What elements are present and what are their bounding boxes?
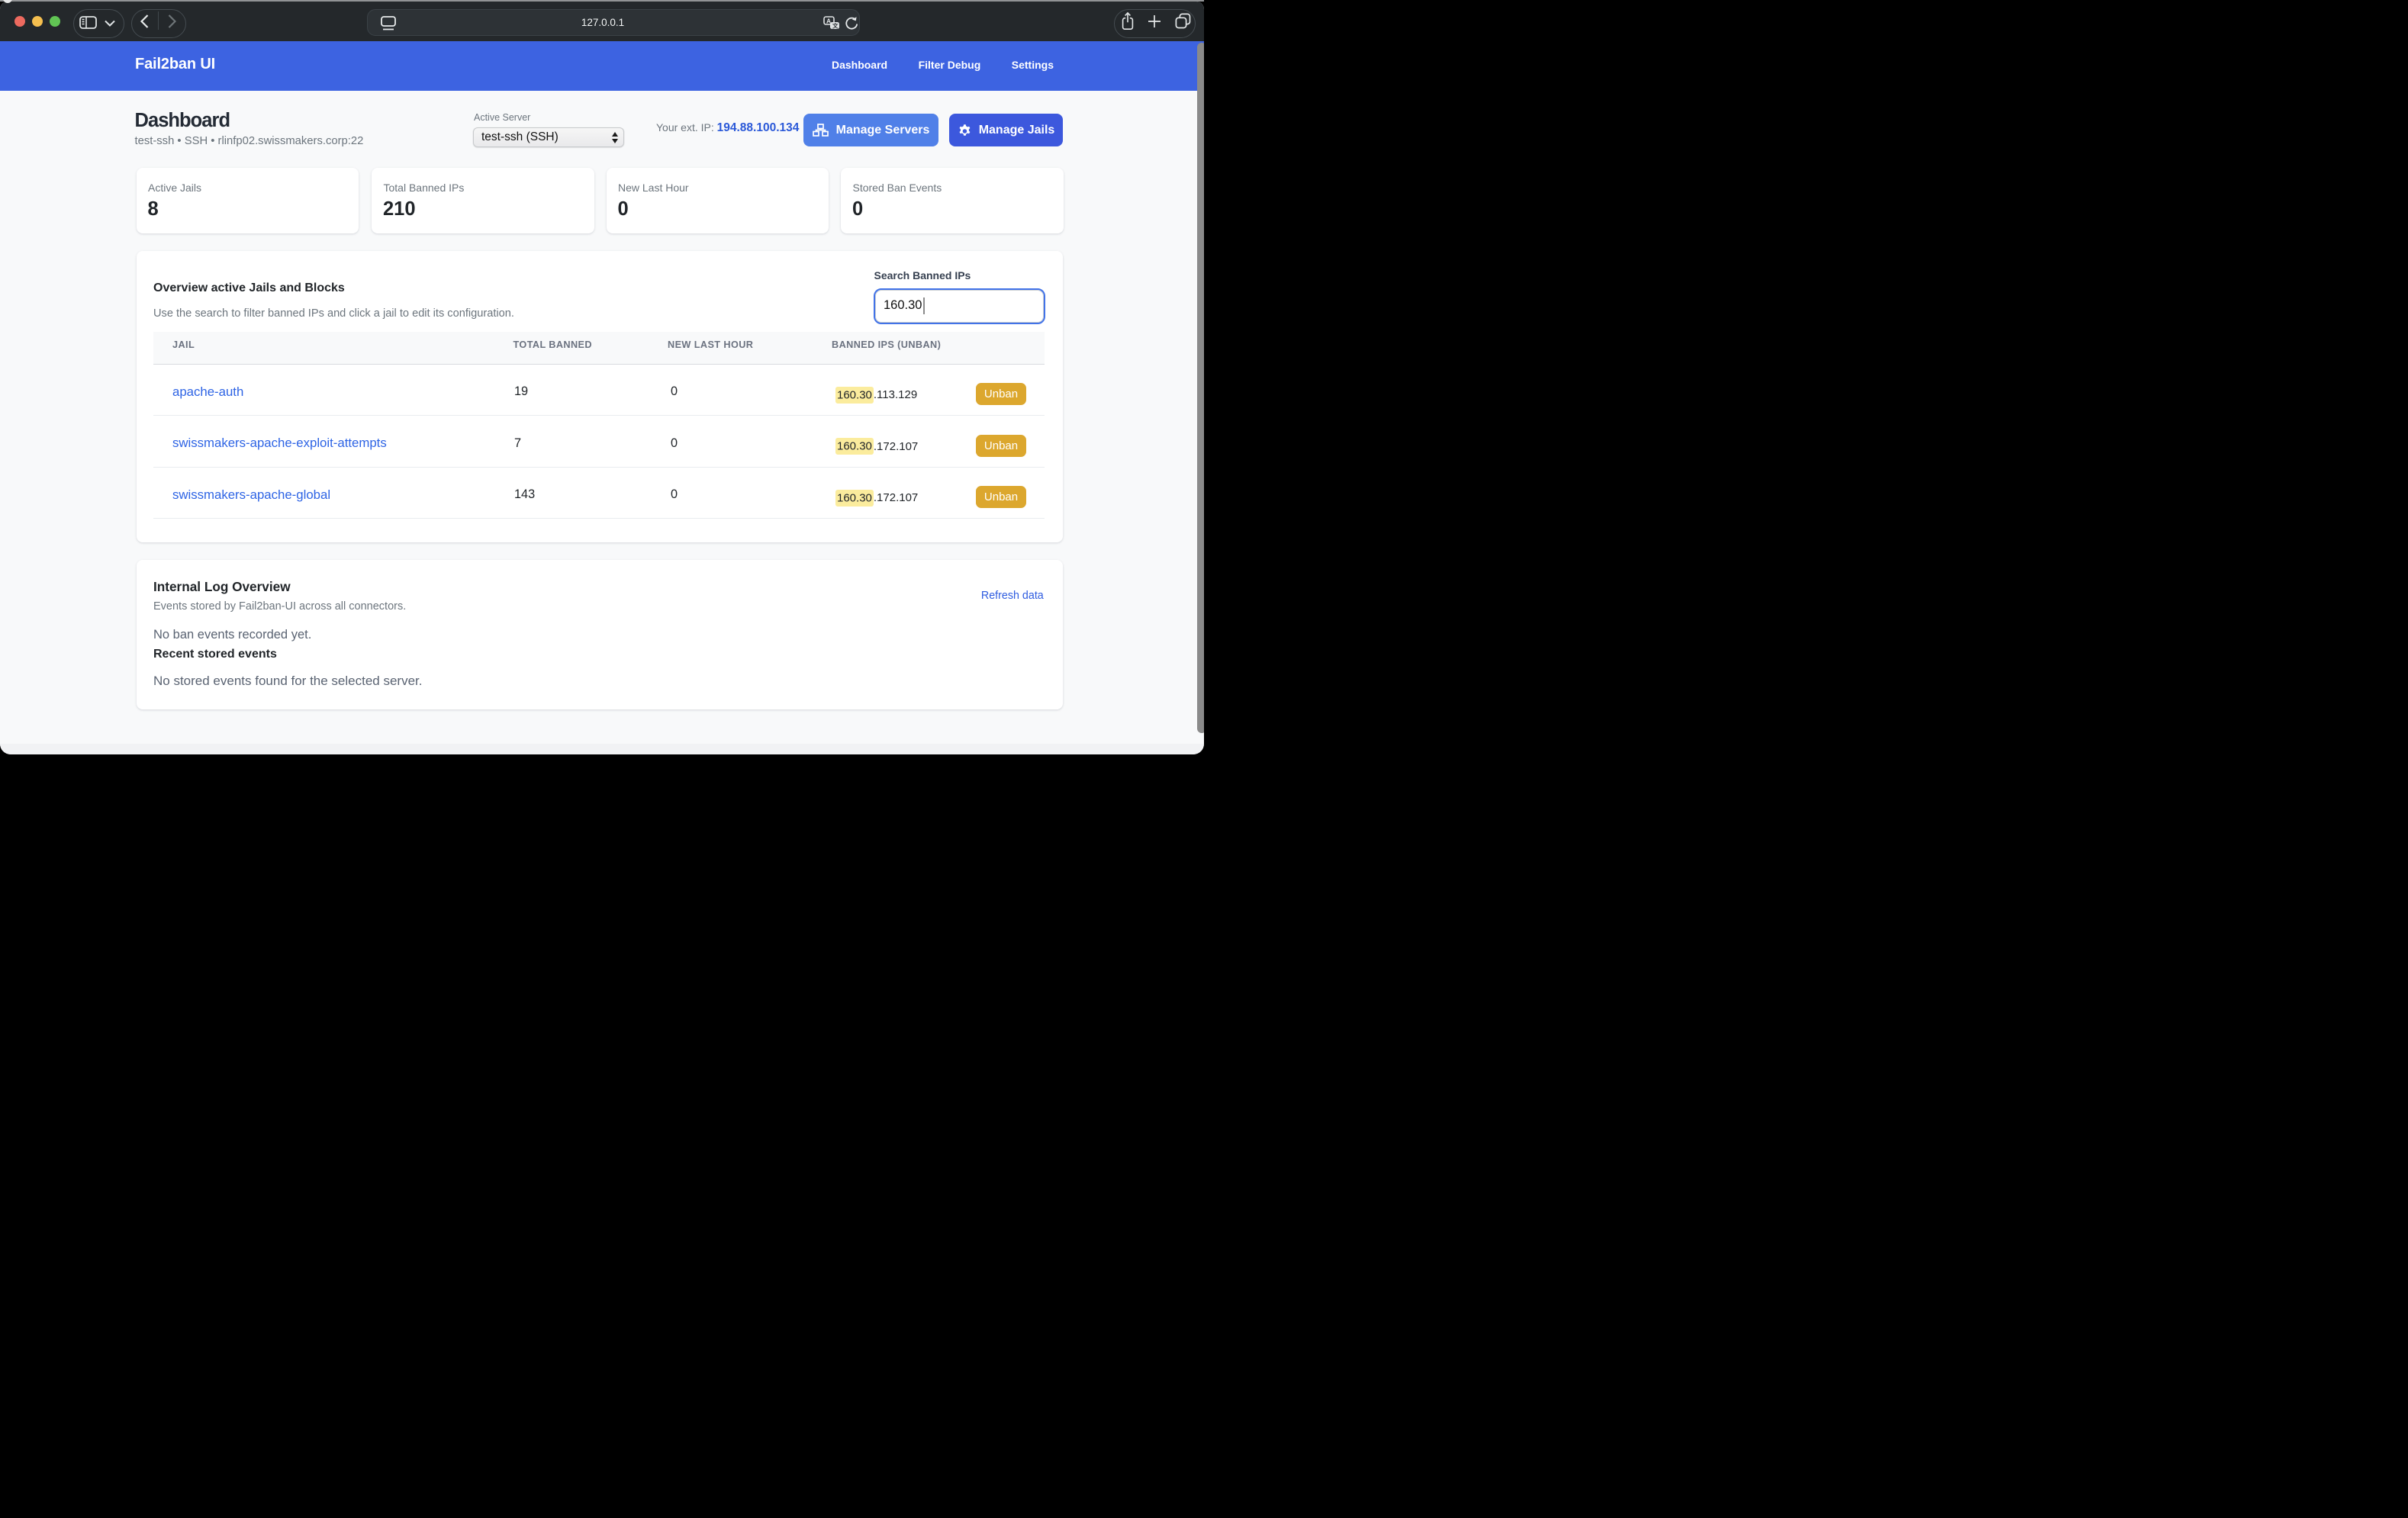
svg-text:文: 文 xyxy=(832,21,839,29)
